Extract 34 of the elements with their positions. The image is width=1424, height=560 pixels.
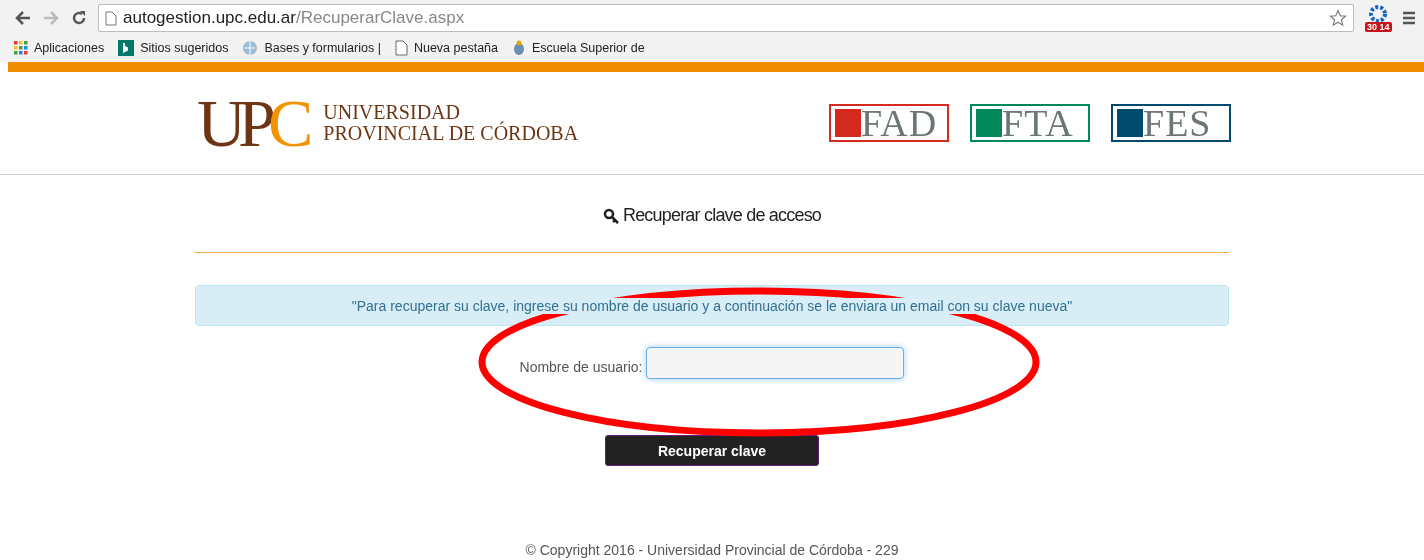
username-input[interactable] bbox=[646, 347, 905, 379]
url-path: /RecuperarClave.aspx bbox=[295, 8, 465, 28]
back-icon[interactable] bbox=[14, 9, 32, 27]
reload-icon[interactable] bbox=[70, 9, 88, 27]
star-icon[interactable] bbox=[1329, 9, 1347, 27]
globe-icon bbox=[242, 40, 259, 56]
bookmark-link[interactable]: Nueva pestaña bbox=[394, 40, 498, 56]
address-bar[interactable]: autogestion.upc.edu.ar/RecuperarClave.aspx bbox=[98, 4, 1354, 32]
faculty-logo[interactable]: FAD bbox=[829, 104, 949, 142]
logo-text: UNIVERSIDAD bbox=[323, 102, 461, 123]
faculty-logo[interactable]: FTA bbox=[970, 104, 1090, 142]
bookmark-link[interactable]: Bases y formularios | bbox=[242, 40, 381, 56]
site-icon bbox=[118, 40, 135, 56]
gear-icon bbox=[1367, 4, 1389, 24]
bookmark-link[interactable]: Escuela Superior de bbox=[512, 40, 645, 56]
faculty-logo[interactable]: FES bbox=[1111, 104, 1231, 142]
page-icon bbox=[394, 40, 408, 56]
crest-icon bbox=[512, 40, 526, 56]
bookmark-link[interactable]: Sitios sugeridos bbox=[118, 40, 229, 56]
logo-text: PROVINCIAL DE CÓRDOBA bbox=[323, 123, 579, 144]
page-title: Recuperar clave de acceso bbox=[622, 205, 822, 226]
copyright-text: © Copyright 2016 - Universidad Provincial de Córdoba - 229 bbox=[525, 542, 899, 558]
page-icon bbox=[105, 10, 117, 26]
key-icon bbox=[602, 207, 621, 224]
url-host: autogestion.upc.edu.ar bbox=[123, 8, 296, 28]
extension-button[interactable]: 30 14 bbox=[1364, 4, 1392, 32]
university-logo-mark: UPC bbox=[197, 89, 314, 157]
apps-grid-icon bbox=[14, 41, 28, 55]
info-text: "Para recuperar su clave, ingrese su nombre de usuario y a continuación se le enviara un email con su clave nueva" bbox=[351, 297, 1073, 314]
bookmark-link[interactable]: Aplicaciones bbox=[14, 41, 105, 55]
recover-button[interactable]: Recuperar clave bbox=[605, 435, 819, 466]
field-label: Nombre de usuario: bbox=[519, 359, 643, 375]
count-badge: 30 14 bbox=[1365, 22, 1392, 32]
menu-icon[interactable] bbox=[1402, 11, 1416, 25]
